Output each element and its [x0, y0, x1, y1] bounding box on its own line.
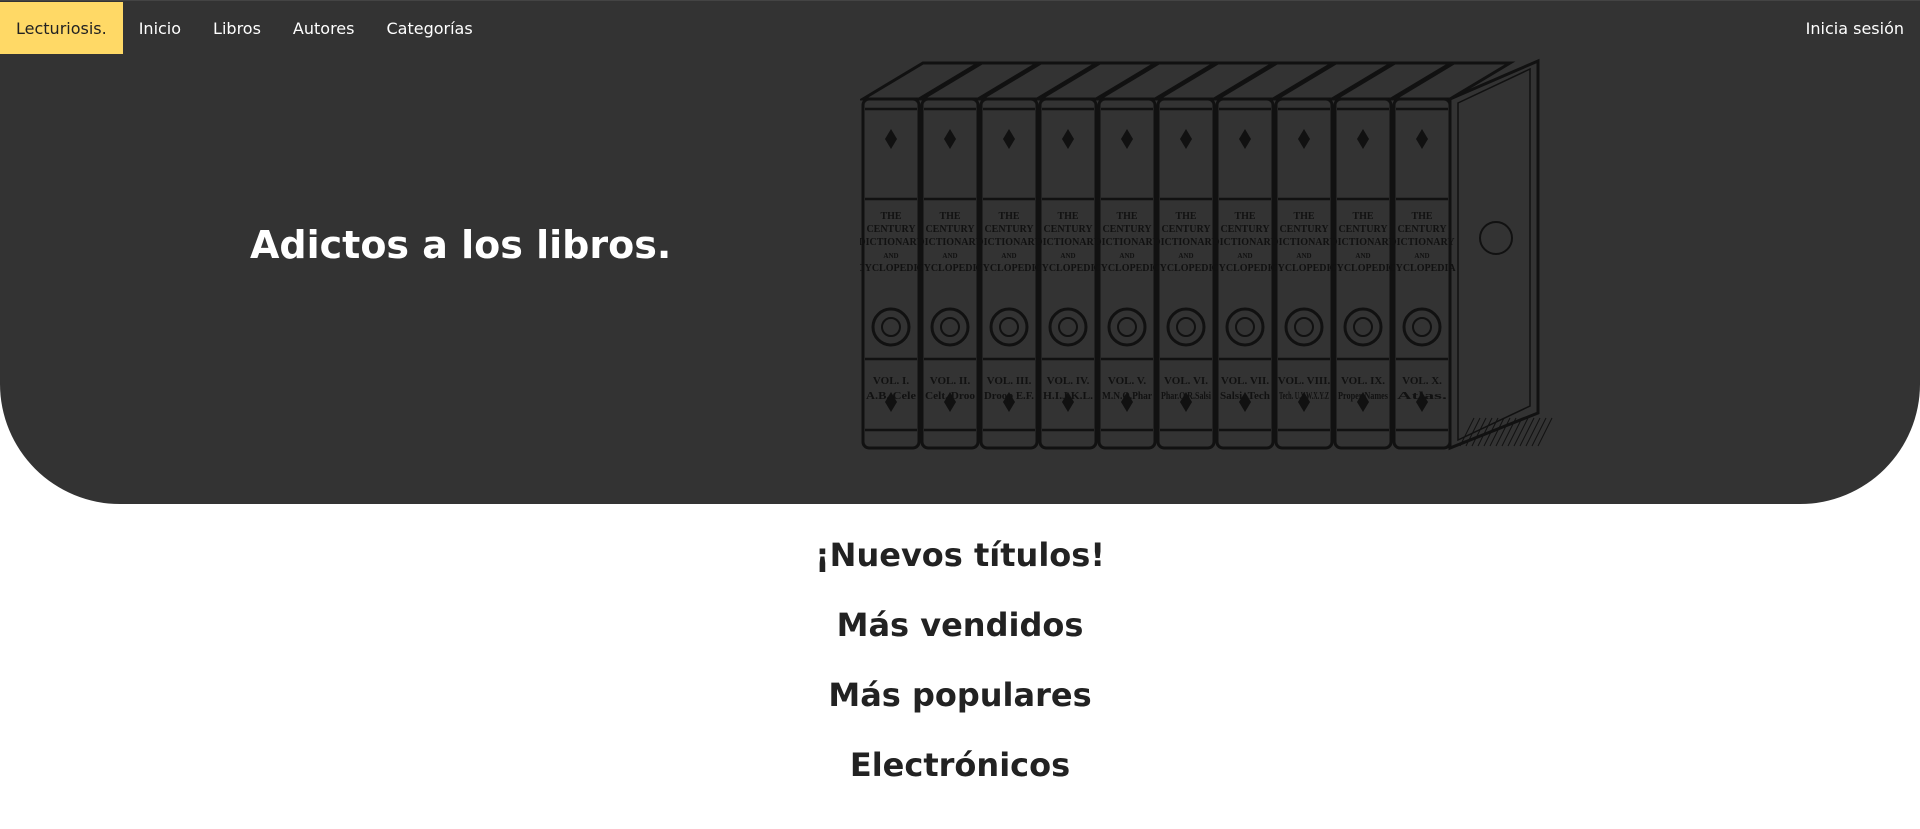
book-spine-title: THE [1352, 211, 1373, 222]
book-range-label: Proper Names [1338, 391, 1388, 402]
book-spine-title: DICTIONARY [1153, 237, 1219, 248]
book-spine-title: THE [939, 211, 960, 222]
book-spine-title: DICTIONARY [1035, 237, 1101, 248]
book-spine-title: CENTURY [1102, 224, 1152, 235]
book-volume-label: VOL. I. [873, 375, 909, 387]
book-spine-title: DICTIONARY [1094, 237, 1160, 248]
book-spine-title: CENTURY [1043, 224, 1093, 235]
book-spine: THE CENTURY DICTIONARY AND CYCLOPEDIA VOL. V.… [1093, 97, 1161, 450]
book-spine-title: THE [1057, 211, 1078, 222]
book-spine-title: CENTURY [1397, 224, 1447, 235]
book-spine-title: AND [1296, 252, 1311, 260]
book-spine: THE CENTURY DICTIONARY AND CYCLOPEDIA VOL. VI… [1270, 97, 1338, 450]
book-spine-title: CYCLOPEDIA [1388, 263, 1456, 274]
book-spine-title: AND [1414, 252, 1429, 260]
book-spine-title: THE [998, 211, 1019, 222]
book-range-label: H.I.J.K.L. [1043, 391, 1094, 402]
book-spine-title: CENTURY [866, 224, 916, 235]
nav-link-libros[interactable]: Libros [213, 19, 261, 38]
book-spine-title: CENTURY [1220, 224, 1270, 235]
book-spine-title: CYCLOPEDIA [1034, 263, 1102, 274]
book-range-label: M.N.O.Phar [1102, 391, 1153, 402]
book-spine-title: THE [1293, 211, 1314, 222]
book-spine-title: CENTURY [1161, 224, 1211, 235]
section-title-ebooks: Electrónicos [849, 746, 1071, 784]
book-spine-title: CYCLOPEDIA [1270, 263, 1338, 274]
book-volume-label: VOL. X. [1402, 375, 1442, 387]
book-spine-title: CENTURY [925, 224, 975, 235]
nav-link-autores[interactable]: Autores [293, 19, 355, 38]
book-spine-title: DICTIONARY [1212, 237, 1278, 248]
book-spine: THE CENTURY DICTIONARY AND CYCLOPEDIA VOL. VI… [1211, 97, 1279, 450]
book-shadow-hatch [1531, 417, 1547, 447]
book-spine-title: DICTIONARY [1389, 237, 1455, 248]
top-navbar: Lecturiosis. Inicio Libros Autores Categ… [0, 2, 1920, 54]
book-range-label: Phar.Q.R.Salsi [1161, 391, 1211, 402]
section-title-bestsellers: Más vendidos [836, 606, 1084, 644]
book-range-label: A.B. Cele [866, 391, 917, 402]
login-link[interactable]: Inicia sesión [1806, 2, 1904, 54]
book-spine-title: THE [1411, 211, 1432, 222]
book-spine: THE CENTURY DICTIONARY AND CYCLOPEDIA VOL. IV… [1034, 97, 1102, 450]
book-spine: THE CENTURY DICTIONARY AND CYCLOPEDIA VOL. II… [916, 97, 984, 450]
hero-headline: Adictos a los libros. [250, 223, 672, 267]
book-spine-title: DICTIONARY [860, 237, 924, 248]
sections-list: ¡Nuevos títulos! Más vendidos Más popula… [0, 530, 1920, 810]
book-volume-label: VOL. IV. [1047, 375, 1090, 387]
book-volume-label: VOL. V. [1108, 375, 1146, 387]
book-spine-title: DICTIONARY [917, 237, 983, 248]
book-spine-title: THE [1116, 211, 1137, 222]
book-spine-title: AND [1119, 252, 1134, 260]
book-volume-label: VOL. II. [930, 375, 971, 387]
book-spine: THE CENTURY DICTIONARY AND CYCLOPEDIA VOL. IX… [1329, 97, 1397, 450]
book-spine-title: AND [1355, 252, 1370, 260]
book-volume-label: VOL. VI. [1164, 375, 1208, 387]
book-range-label: Celt. Droo [925, 391, 975, 402]
book-spine-title: AND [1237, 252, 1252, 260]
book-spine-title: CENTURY [1338, 224, 1388, 235]
book-spine-title: DICTIONARY [1271, 237, 1337, 248]
book-volume-label: VOL. IX. [1341, 375, 1385, 387]
book-spine-title: CYCLOPEDIA [1329, 263, 1397, 274]
book-spine-title: AND [1060, 252, 1075, 260]
book-spine: THE CENTURY DICTIONARY AND CYCLOPEDIA VOL. X.… [1388, 97, 1456, 450]
book-shadow-hatch [1525, 417, 1541, 447]
book-spine-title: AND [1178, 252, 1193, 260]
book-shadow-hatch [1519, 417, 1535, 447]
book-spine: THE CENTURY DICTIONARY AND CYCLOPEDIA VOL. II… [975, 97, 1043, 450]
nav-link-inicio[interactable]: Inicio [139, 19, 181, 38]
book-range-label: Tech. U.V.W.X.Y.Z [1279, 391, 1329, 402]
book-spine-title: CYCLOPEDIA [1093, 263, 1161, 274]
book-spine-title: THE [1175, 211, 1196, 222]
book-spine-title: CYCLOPEDIA [916, 263, 984, 274]
nav-link-categorias[interactable]: Categorías [386, 19, 472, 38]
brand-logo[interactable]: Lecturiosis. [0, 2, 123, 54]
book-volume-label: VOL. VII. [1221, 375, 1269, 387]
hero-banner: Lecturiosis. Inicio Libros Autores Categ… [0, 0, 1920, 504]
book-spine-title: AND [942, 252, 957, 260]
book-range-label: Droop E.F. [984, 391, 1035, 402]
book-shadow-hatch [1537, 417, 1553, 447]
book-spine: THE CENTURY DICTIONARY AND CYCLOPEDIA VOL. VI… [1152, 97, 1220, 450]
book-spine-title: AND [883, 252, 898, 260]
books-illustration: THECENTURYDICTIONARYANDCYCLOPEDIAVOL. I.… [860, 58, 1553, 451]
book-volume-label: VOL. III. [987, 375, 1032, 387]
book-range-label: Salsi. Tech [1220, 391, 1270, 402]
book-spine-title: CYCLOPEDIA [1152, 263, 1220, 274]
nav-links: Inicio Libros Autores Categorías [139, 19, 505, 38]
book-range-label: Atlas. [1397, 391, 1448, 402]
book-spine-title: DICTIONARY [976, 237, 1042, 248]
book-spine-title: AND [1001, 252, 1016, 260]
book-spine-title: CYCLOPEDIA [975, 263, 1043, 274]
book-spine-title: CENTURY [984, 224, 1034, 235]
book-spine-title: CYCLOPEDIA [1211, 263, 1279, 274]
book-volume-label: VOL. VIII. [1278, 375, 1331, 387]
section-title-popular: Más populares [828, 676, 1092, 714]
section-title-new: ¡Nuevos títulos! [815, 536, 1105, 574]
book-spine-title: CENTURY [1279, 224, 1329, 235]
book-spine-title: THE [880, 211, 901, 222]
book-spine-title: THE [1234, 211, 1255, 222]
book-spine-title: DICTIONARY [1330, 237, 1396, 248]
